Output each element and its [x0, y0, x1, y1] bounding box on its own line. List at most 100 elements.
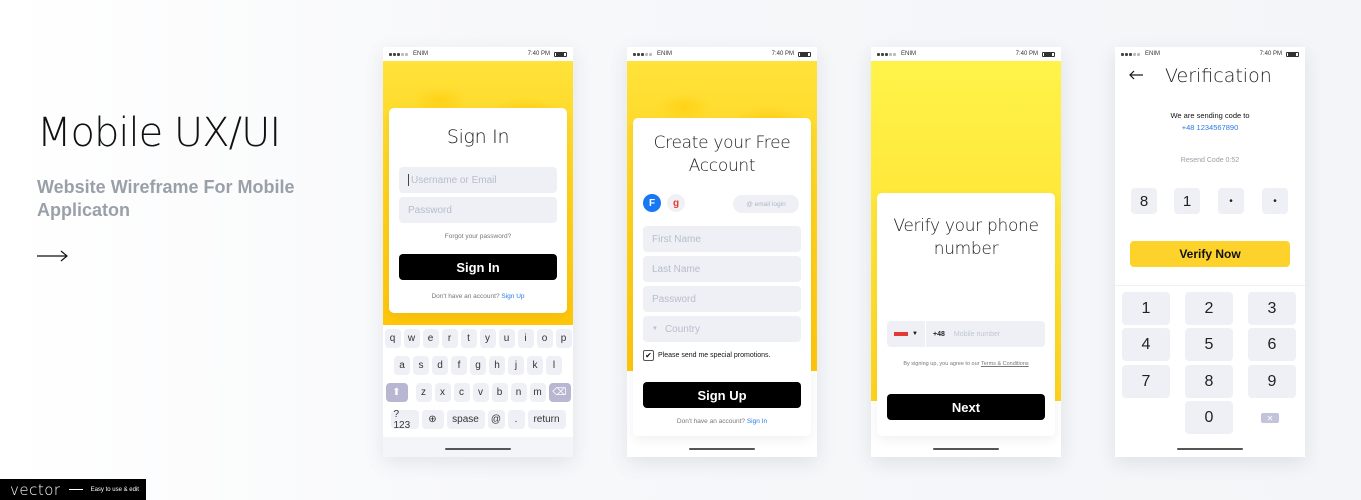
- key-dot[interactable]: .: [507, 410, 525, 429]
- sending-code-text: We are sending code to: [1170, 111, 1250, 120]
- text-caret: [408, 174, 409, 186]
- phone-input[interactable]: ▼ +48 Mobile number: [887, 321, 1045, 347]
- key-m[interactable]: m: [529, 383, 546, 402]
- sign-up-link[interactable]: Sign Up: [501, 293, 524, 300]
- home-indicator[interactable]: [689, 448, 755, 450]
- first-name-placeholder: First Name: [652, 233, 701, 245]
- first-name-input[interactable]: First Name: [643, 226, 801, 252]
- key-r[interactable]: r: [441, 329, 458, 348]
- country-code-select[interactable]: ▼: [887, 321, 925, 347]
- arrow-right-icon[interactable]: [37, 248, 69, 264]
- key-k[interactable]: k: [527, 356, 543, 375]
- phone-sign-up: ENIM 7:40 PM Create your Free Account F …: [627, 47, 817, 457]
- numpad-key-0[interactable]: 0: [1185, 401, 1233, 434]
- password-input[interactable]: Password: [643, 286, 801, 312]
- sign-in-card: Sign In Username or Email Password Forgo…: [389, 108, 567, 313]
- code-digit-4[interactable]: •: [1262, 188, 1288, 214]
- numpad-key-6[interactable]: 6: [1248, 328, 1296, 361]
- mobile-number-input[interactable]: +48 Mobile number: [926, 321, 1045, 347]
- battery-icon: [1042, 51, 1055, 57]
- key-space[interactable]: spase: [446, 410, 485, 429]
- hero: Mobile UX/UI Website Wireframe For Mobil…: [37, 110, 317, 222]
- key-l[interactable]: l: [546, 356, 562, 375]
- backspace-icon[interactable]: ✕: [1261, 413, 1279, 423]
- terms-link[interactable]: Terms & Conditions: [981, 361, 1029, 367]
- resend-code[interactable]: Resend Code 0:52: [1115, 157, 1305, 164]
- username-input[interactable]: Username or Email: [399, 167, 557, 193]
- key-o[interactable]: o: [536, 329, 553, 348]
- code-digit-2[interactable]: 1: [1174, 188, 1200, 214]
- key-t[interactable]: t: [460, 329, 477, 348]
- key-return[interactable]: return: [527, 410, 566, 429]
- code-digit-3[interactable]: •: [1218, 188, 1244, 214]
- key-a[interactable]: a: [394, 356, 410, 375]
- promo-checkbox[interactable]: ✔: [643, 350, 654, 361]
- key-c[interactable]: c: [453, 383, 470, 402]
- sign-in-button[interactable]: Sign In: [399, 254, 557, 280]
- password-input[interactable]: Password: [399, 197, 557, 223]
- numpad: 1 2 3 4 5 6 7 8 9 0 ✕: [1115, 285, 1305, 457]
- key-p[interactable]: p: [555, 329, 572, 348]
- code-digit-1[interactable]: 8: [1131, 188, 1157, 214]
- numpad-key-5[interactable]: 5: [1185, 328, 1233, 361]
- key-u[interactable]: u: [498, 329, 515, 348]
- shift-icon[interactable]: ⬆: [385, 383, 408, 402]
- key-i[interactable]: i: [517, 329, 534, 348]
- back-arrow-icon[interactable]: [1129, 70, 1143, 80]
- numpad-key-2[interactable]: 2: [1185, 292, 1233, 325]
- battery-icon: [1286, 51, 1299, 57]
- battery-icon: [798, 51, 811, 57]
- keyboard: qwertyuiop asdfghjkl ⬆ z x c v b n m ⌫ ?123 ⊕ sp…: [383, 325, 573, 437]
- numpad-key-8[interactable]: 8: [1185, 365, 1233, 398]
- sign-in-link[interactable]: Sign In: [747, 418, 767, 425]
- facebook-login-button[interactable]: F: [643, 194, 661, 212]
- key-numbers[interactable]: ?123: [390, 409, 419, 431]
- promo-checkbox-row[interactable]: ✔ Please send me special promotions.: [643, 350, 770, 361]
- key-j[interactable]: j: [508, 356, 524, 375]
- key-at[interactable]: @: [487, 410, 505, 429]
- country-prefix: +48: [933, 330, 945, 338]
- key-h[interactable]: h: [489, 356, 505, 375]
- key-f[interactable]: f: [451, 356, 467, 375]
- key-y[interactable]: y: [479, 329, 496, 348]
- key-s[interactable]: s: [413, 356, 429, 375]
- google-login-button[interactable]: g: [667, 194, 685, 212]
- home-indicator[interactable]: [1177, 448, 1243, 450]
- keyboard-row-3: ⬆ z x c v b n m ⌫: [383, 383, 573, 402]
- status-bar: ENIM 7:40 PM: [1115, 47, 1305, 61]
- key-w[interactable]: w: [403, 329, 420, 348]
- hero-title: Mobile UX/UI: [37, 110, 281, 156]
- signal-icon: ENIM: [1121, 51, 1160, 57]
- phone-verification: ENIM 7:40 PM Verification We are sending…: [1115, 47, 1305, 457]
- globe-icon[interactable]: ⊕: [421, 410, 444, 429]
- terms-prefix: By signing up, you agree to our: [903, 361, 980, 367]
- key-x[interactable]: x: [434, 383, 451, 402]
- caret-down-icon: ▼: [652, 326, 658, 332]
- home-area: [383, 437, 573, 457]
- key-b[interactable]: b: [491, 383, 508, 402]
- key-z[interactable]: z: [415, 383, 432, 402]
- forgot-password-link[interactable]: Forgot your password?: [389, 233, 567, 240]
- key-n[interactable]: n: [510, 383, 527, 402]
- numpad-key-9[interactable]: 9: [1248, 365, 1296, 398]
- key-e[interactable]: e: [422, 329, 439, 348]
- last-name-input[interactable]: Last Name: [643, 256, 801, 282]
- numpad-key-4[interactable]: 4: [1122, 328, 1170, 361]
- country-select[interactable]: ▼ Country: [643, 316, 801, 342]
- key-d[interactable]: d: [432, 356, 448, 375]
- backspace-icon[interactable]: ⌫: [548, 383, 571, 402]
- next-button[interactable]: Next: [887, 394, 1045, 420]
- numpad-key-1[interactable]: 1: [1122, 292, 1170, 325]
- sign-up-button[interactable]: Sign Up: [643, 382, 801, 408]
- badge-tagline: Easy to use & edit: [90, 486, 139, 493]
- key-v[interactable]: v: [472, 383, 489, 402]
- numpad-key-3[interactable]: 3: [1248, 292, 1296, 325]
- home-indicator[interactable]: [933, 448, 999, 450]
- email-login-button[interactable]: @ email login: [733, 195, 799, 213]
- numpad-key-7[interactable]: 7: [1122, 365, 1170, 398]
- key-q[interactable]: q: [384, 329, 401, 348]
- verify-now-button[interactable]: Verify Now: [1130, 241, 1290, 267]
- key-g[interactable]: g: [470, 356, 486, 375]
- home-indicator[interactable]: [445, 448, 511, 450]
- signup-prompt: Don't have an account? Sign Up: [389, 293, 567, 300]
